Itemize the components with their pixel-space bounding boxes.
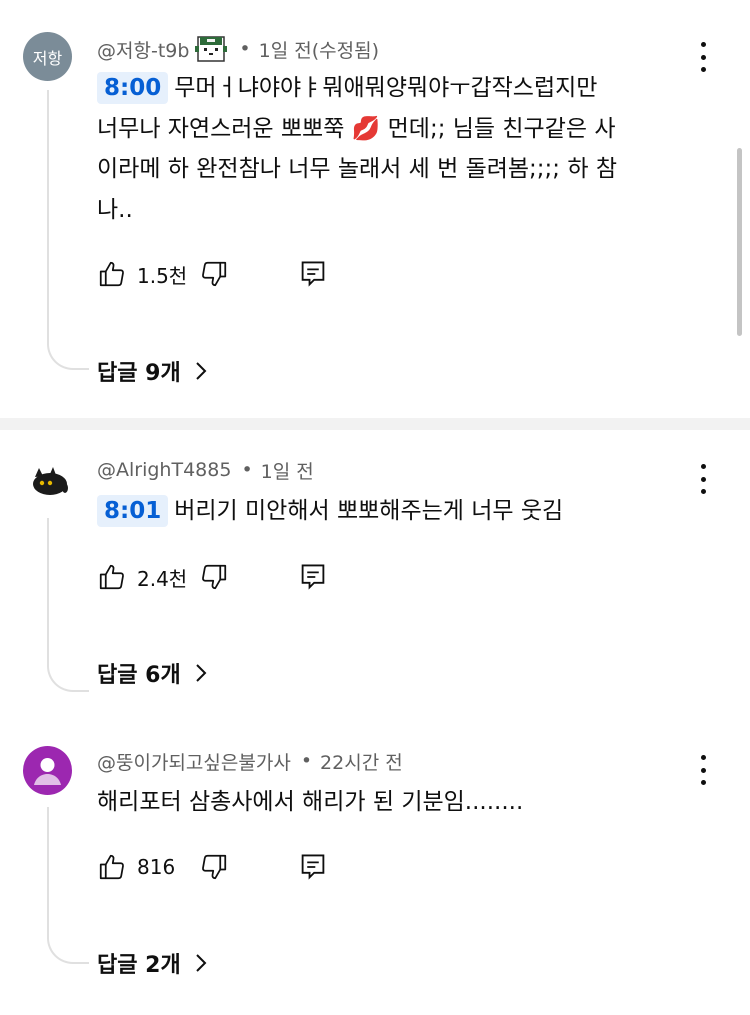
avatar[interactable]: [23, 455, 72, 504]
comment-line: 나..: [97, 196, 133, 223]
chevron-right-icon: [195, 663, 207, 683]
timestamp-link[interactable]: 8:00: [97, 72, 169, 104]
avatar-initials: 저항: [32, 48, 63, 68]
thumbs-up-icon[interactable]: [97, 562, 127, 592]
meta-separator: •: [300, 750, 313, 772]
comment-text: 8:01 버리기 미안해서 뽀뽀해주는게 너무 웃김: [97, 491, 697, 532]
comment-time[interactable]: 22시간 전: [320, 748, 403, 775]
meta-separator: •: [241, 459, 253, 481]
meta-separator: •: [239, 38, 251, 60]
comment-line: 이라메 하 완전참나 너무 놀래서 세 번 돌려봄;;;; 하 참: [97, 156, 617, 182]
thumbs-up-icon[interactable]: [97, 259, 127, 289]
replies-label: 답글 6개: [97, 663, 181, 688]
avatar[interactable]: [23, 746, 72, 795]
more-vert-icon[interactable]: [692, 755, 714, 785]
thumbs-down-icon[interactable]: [199, 259, 229, 289]
replies-label: 답글 2개: [97, 953, 181, 978]
thread-line: [47, 90, 89, 370]
author-name[interactable]: @뚱이가되고싶은불가사: [97, 748, 291, 775]
comment-line: 해리포터 삼총사에서 해리가 된 기분임........: [97, 789, 524, 815]
comment-time[interactable]: 1일 전(수정됨): [259, 36, 379, 63]
default-user-icon: [34, 758, 61, 785]
scrollbar[interactable]: [737, 148, 742, 336]
view-replies-button[interactable]: 답글 6개: [97, 655, 207, 691]
author-name[interactable]: @저항-t9b: [97, 36, 189, 63]
thumbs-down-icon[interactable]: [199, 852, 229, 882]
comment-line: 버리기 미안해서 뽀뽀해주는게 너무 웃김: [174, 498, 564, 524]
thumbs-up-icon[interactable]: [97, 852, 127, 882]
reply-icon[interactable]: [299, 259, 327, 289]
chevron-right-icon: [195, 361, 207, 381]
section-divider: [0, 418, 750, 430]
like-count: 2.4천: [137, 566, 188, 591]
replies-label: 답글 9개: [97, 361, 181, 386]
reply-icon[interactable]: [299, 852, 327, 882]
thread-line: [47, 518, 89, 692]
view-replies-button[interactable]: 답글 2개: [97, 945, 207, 981]
avatar[interactable]: 저항: [23, 32, 72, 81]
view-replies-button[interactable]: 답글 9개: [97, 353, 207, 389]
comment-actions: 816: [97, 851, 327, 883]
comment-meta: @뚱이가되고싶은불가사 • 22시간 전: [97, 746, 403, 776]
comment-item: @AlrighT4885 • 1일 전 8:01 버리기 미안해서 뽀뽀해주는게 …: [0, 430, 750, 720]
like-count: 1.5천: [137, 263, 188, 288]
author-name[interactable]: @AlrighT4885: [97, 459, 231, 481]
thread-line: [47, 807, 89, 964]
member-badge-icon: [195, 34, 228, 64]
thumbs-down-icon[interactable]: [199, 562, 229, 592]
comment-actions: 1.5천: [97, 258, 327, 290]
chevron-right-icon: [195, 953, 207, 973]
black-cat-icon: [33, 467, 68, 495]
comment-actions: 2.4천: [97, 561, 327, 593]
reply-icon[interactable]: [299, 562, 327, 592]
like-count: 816: [137, 855, 176, 879]
comment-line: 너무나 자연스러운 뽀뽀쭉 💋 먼데;; 님들 친구같은 사: [97, 115, 616, 142]
comment-line: 무머ㅓ냐야야ㅑ뭐애뭐양뭐야ㅜ갑작스럽지만: [174, 75, 598, 101]
comment-meta: @AlrighT4885 • 1일 전: [97, 455, 314, 485]
comment-text: 해리포터 삼총사에서 해리가 된 기분임........: [97, 782, 697, 823]
more-vert-icon[interactable]: [692, 464, 714, 494]
comment-item: 저항 @저항-t9b • 1일 전(수정됨) 8:00 무머ㅓ냐야야ㅑ뭐애뭐양뭐야…: [0, 0, 750, 418]
comment-item: @뚱이가되고싶은불가사 • 22시간 전 해리포터 삼총사에서 해리가 된 기분…: [0, 722, 750, 1015]
comment-meta: @저항-t9b • 1일 전(수정됨): [97, 34, 379, 64]
timestamp-link[interactable]: 8:01: [97, 495, 169, 527]
comment-time[interactable]: 1일 전: [261, 457, 314, 484]
comment-text: 8:00 무머ㅓ냐야야ㅑ뭐애뭐양뭐야ㅜ갑작스럽지만 너무나 자연스러운 뽀뽀쭉 💋…: [97, 68, 697, 230]
